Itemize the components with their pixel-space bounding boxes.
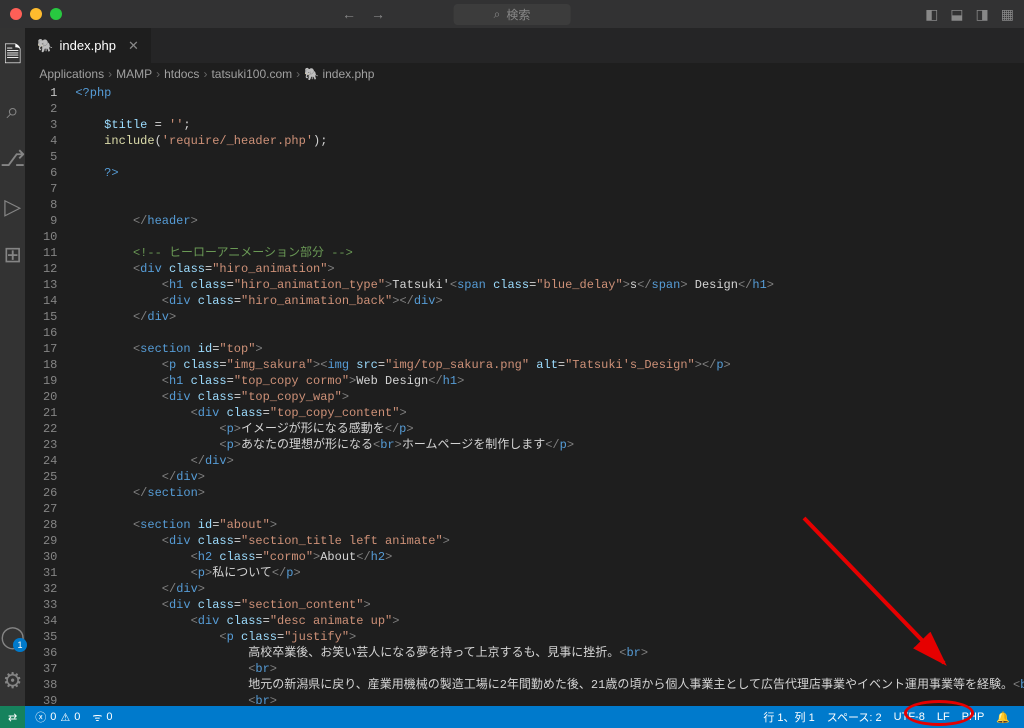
language-mode[interactable]: PHP xyxy=(956,711,991,723)
encoding-status[interactable]: UTF-8 xyxy=(888,711,931,723)
search-placeholder: 検索 xyxy=(506,6,530,23)
status-bar: ⇄ ⓧ0 ⚠0 ᯤ0 行 1、列 1 スペース: 2 UTF-8 LF PHP … xyxy=(0,706,1024,728)
accounts-icon[interactable]: ◯1 xyxy=(0,624,25,650)
search-icon: ⌕ xyxy=(494,7,501,22)
nav-forward-icon[interactable]: → xyxy=(371,6,385,22)
breadcrumb-item[interactable]: Applications xyxy=(39,67,104,81)
tab-index-php[interactable]: 🐘 index.php ✕ xyxy=(25,28,151,63)
panel-bottom-icon[interactable]: ⬓ xyxy=(950,6,963,23)
cursor-position[interactable]: 行 1、列 1 xyxy=(757,709,820,725)
minimize-window-button[interactable] xyxy=(30,8,42,20)
breadcrumb-item[interactable]: htdocs xyxy=(164,67,199,81)
editor-tabs: 🐘 index.php ✕ ◫ ⋯ xyxy=(25,28,1024,63)
eol-status[interactable]: LF xyxy=(931,711,956,723)
explorer-icon[interactable]: 🗎 xyxy=(4,38,22,76)
maximize-window-button[interactable] xyxy=(50,8,62,20)
ports-status[interactable]: ᯤ0 xyxy=(86,710,118,725)
breadcrumb[interactable]: Applications › MAMP › htdocs › tatsuki10… xyxy=(25,63,1024,85)
search-activity-icon[interactable]: ⌕ xyxy=(7,98,19,124)
window-controls xyxy=(10,8,62,20)
remote-button[interactable]: ⇄ xyxy=(0,706,25,728)
nav-arrows: ← → xyxy=(342,6,385,22)
breadcrumb-item[interactable]: tatsuki100.com xyxy=(211,67,292,81)
editor-area: 🐘 index.php ✕ ◫ ⋯ Applications › MAMP › … xyxy=(25,28,1024,706)
notifications-icon[interactable]: 🔔 xyxy=(990,711,1016,724)
close-window-button[interactable] xyxy=(10,8,22,20)
error-icon: ⓧ xyxy=(35,709,46,725)
customize-layout-icon[interactable]: ▦ xyxy=(1001,6,1014,23)
indentation-status[interactable]: スペース: 2 xyxy=(821,709,888,725)
run-debug-icon[interactable]: ▷ xyxy=(4,194,21,220)
close-tab-icon[interactable]: ✕ xyxy=(128,38,139,54)
settings-gear-icon[interactable]: ⚙ xyxy=(3,668,23,694)
extensions-icon[interactable]: ⊞ xyxy=(3,242,21,268)
layout-controls: ◧ ⬓ ◨ ▦ xyxy=(925,6,1014,23)
panel-left-icon[interactable]: ◧ xyxy=(925,6,938,23)
command-center[interactable]: ⌕ 検索 xyxy=(454,4,571,25)
breadcrumb-item[interactable]: 🐘 index.php xyxy=(304,67,374,81)
php-file-icon: 🐘 xyxy=(37,38,53,54)
line-numbers: 1234567891011121314151617181920212223242… xyxy=(25,85,75,706)
breadcrumb-item[interactable]: MAMP xyxy=(116,67,152,81)
tab-label: index.php xyxy=(60,38,116,53)
activity-bar: 🗎 ⌕ ⎇ ▷ ⊞ ◯1 ⚙ xyxy=(0,28,25,706)
problems-status[interactable]: ⓧ0 ⚠0 xyxy=(29,709,86,725)
source-control-icon[interactable]: ⎇ xyxy=(0,146,25,172)
nav-back-icon[interactable]: ← xyxy=(342,6,356,22)
titlebar: ← → ⌕ 検索 ◧ ⬓ ◨ ▦ xyxy=(0,0,1024,28)
code-editor[interactable]: <?php $title = ''; include('require/_hea… xyxy=(75,85,1024,706)
warning-icon: ⚠ xyxy=(60,711,70,724)
panel-right-icon[interactable]: ◨ xyxy=(976,6,989,23)
radio-icon: ᯤ xyxy=(92,710,102,725)
